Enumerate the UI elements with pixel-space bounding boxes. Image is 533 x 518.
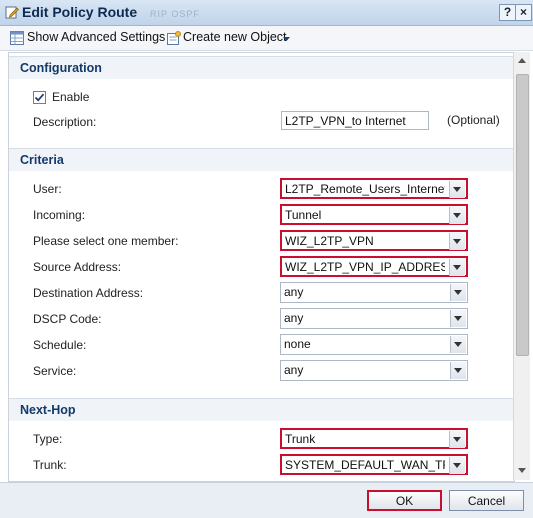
dscp-code-select-value: any <box>284 311 304 325</box>
incoming-select[interactable]: Tunnel <box>280 204 468 225</box>
destination-address-select-value: any <box>284 285 304 299</box>
chevron-down-icon[interactable] <box>450 336 466 353</box>
chevron-down-icon[interactable] <box>450 310 466 327</box>
section-configuration-heading: Configuration <box>9 56 514 79</box>
dropdown-arrow-icon <box>283 37 290 41</box>
toolbar: Show Advanced Settings Create new Object <box>0 26 533 51</box>
enable-label: Enable <box>52 90 90 104</box>
title-bar[interactable]: Edit Policy Route RIP OSPF ? × <box>0 0 533 26</box>
source-address-label: Source Address: <box>33 260 122 274</box>
scroll-thumb[interactable] <box>516 74 529 356</box>
cancel-button[interactable]: Cancel <box>449 490 524 511</box>
service-select[interactable]: any <box>280 360 468 381</box>
vertical-scrollbar[interactable] <box>513 52 530 480</box>
chevron-down-icon[interactable] <box>449 181 465 198</box>
type-select[interactable]: Trunk <box>280 428 468 449</box>
ok-button[interactable]: OK <box>367 490 442 511</box>
user-select[interactable]: L2TP_Remote_Users_Internet <box>280 178 468 199</box>
chevron-down-icon[interactable] <box>450 284 466 301</box>
service-label: Service: <box>33 364 77 378</box>
section-criteria-heading: Criteria <box>9 148 514 171</box>
chevron-down-icon[interactable] <box>449 207 465 224</box>
section-nexthop-heading: Next-Hop <box>9 398 514 421</box>
show-advanced-settings-button[interactable]: Show Advanced Settings <box>27 30 165 44</box>
settings-panel: Configuration Enable Description: L2TP_V… <box>8 52 515 482</box>
description-input[interactable]: L2TP_VPN_to Internet <box>281 111 429 130</box>
dscp-code-select[interactable]: any <box>280 308 468 329</box>
member-select[interactable]: WIZ_L2TP_VPN <box>280 230 468 251</box>
table-settings-icon <box>10 31 24 45</box>
optional-note: (Optional) <box>447 113 500 127</box>
trunk-select-value: SYSTEM_DEFAULT_WAN_TRU <box>285 458 445 472</box>
incoming-select-value: Tunnel <box>285 208 322 222</box>
dialog-title: Edit Policy Route <box>22 4 138 20</box>
help-button[interactable]: ? <box>499 4 516 21</box>
schedule-label: Schedule: <box>33 338 87 352</box>
type-label: Type: <box>33 432 63 446</box>
dialog-footer: OK Cancel <box>0 482 533 518</box>
destination-address-label: Destination Address: <box>33 286 144 300</box>
member-select-value: WIZ_L2TP_VPN <box>285 234 374 248</box>
edit-icon <box>5 6 19 19</box>
trunk-label: Trunk: <box>33 458 67 472</box>
service-select-value: any <box>284 363 304 377</box>
member-label: Please select one member: <box>33 234 179 248</box>
scroll-up-icon[interactable] <box>518 58 526 63</box>
description-label: Description: <box>33 115 97 129</box>
enable-checkbox[interactable] <box>33 91 46 104</box>
type-select-value: Trunk <box>285 432 316 446</box>
source-address-select-value: WIZ_L2TP_VPN_IP_ADDRESS_ <box>285 260 445 274</box>
trunk-select[interactable]: SYSTEM_DEFAULT_WAN_TRU <box>280 454 468 475</box>
source-address-select[interactable]: WIZ_L2TP_VPN_IP_ADDRESS_ <box>280 256 468 277</box>
chevron-down-icon[interactable] <box>449 259 465 276</box>
destination-address-select[interactable]: any <box>280 282 468 303</box>
user-label: User: <box>33 182 62 196</box>
chevron-down-icon[interactable] <box>449 233 465 250</box>
user-select-value: L2TP_Remote_Users_Internet <box>285 182 445 196</box>
close-button[interactable]: × <box>515 4 532 21</box>
create-new-object-button[interactable]: Create new Object <box>183 30 287 44</box>
schedule-select[interactable]: none <box>280 334 468 355</box>
chevron-down-icon[interactable] <box>450 362 466 379</box>
dscp-code-label: DSCP Code: <box>33 312 102 326</box>
scroll-down-icon[interactable] <box>518 468 526 473</box>
chevron-down-icon[interactable] <box>449 457 465 474</box>
schedule-select-value: none <box>284 337 311 351</box>
create-object-icon <box>167 31 181 45</box>
chevron-down-icon[interactable] <box>449 431 465 448</box>
background-tabs-text: RIP OSPF <box>150 9 200 19</box>
incoming-label: Incoming: <box>33 208 86 222</box>
